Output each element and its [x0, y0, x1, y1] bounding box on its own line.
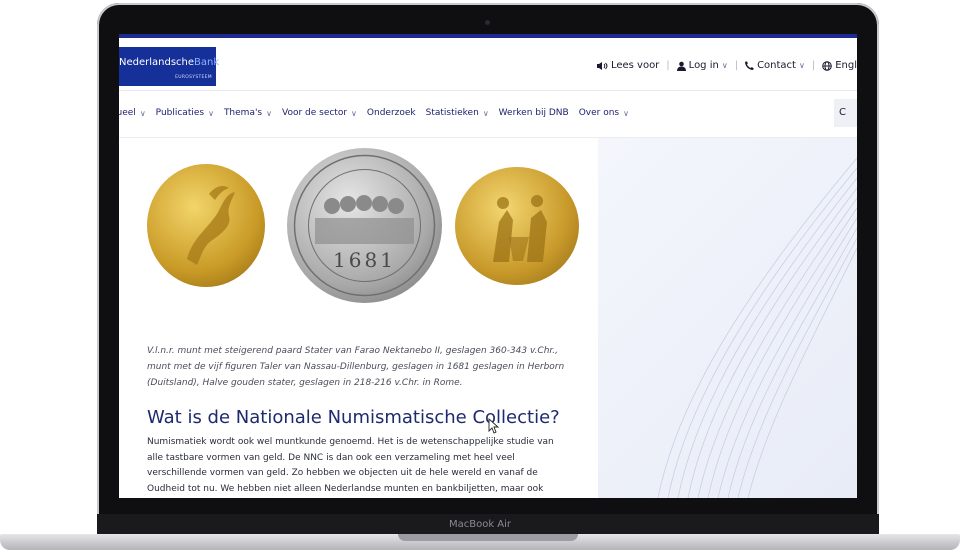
device-model-label: MacBook Air [448, 519, 512, 530]
language-link[interactable]: Engl [822, 60, 857, 71]
camera-icon [485, 20, 490, 25]
main-nav: tueel∨ Publicaties∨ Thema's∨ Voor de sec… [119, 91, 857, 138]
separator: | [734, 60, 739, 71]
horse-icon [187, 186, 235, 265]
user-icon [676, 61, 686, 71]
logo-name-bank: Bank [194, 57, 220, 68]
coin-year: 1681 [333, 248, 396, 272]
contact-label: Contact [757, 60, 796, 71]
language-label: Engl [835, 60, 857, 71]
chevron-down-icon: ∨ [208, 108, 214, 118]
section-body: Numismatiek wordt ook wel muntkunde geno… [147, 437, 554, 494]
chevron-down-icon: ∨ [139, 108, 146, 118]
login-label: Log in [688, 60, 719, 71]
logo-subtitle: EUROSYSTEEM [175, 75, 212, 80]
chevron-down-icon: ∨ [721, 61, 728, 70]
logo-name: Nederlandsche [119, 57, 195, 68]
nav-item-werken-bij-dnb[interactable]: Werken bij DNB [499, 108, 569, 118]
nav-item-over-ons[interactable]: Over ons ∨ [579, 108, 629, 118]
nav-item-statistieken[interactable]: Statistieken ∨ [426, 108, 489, 118]
chevron-down-icon: ∨ [351, 108, 357, 118]
speaker-icon [596, 61, 608, 70]
nav-item-voor-de-sector[interactable]: Voor de sector ∨ [282, 108, 357, 118]
read-aloud-label: Lees voor [610, 60, 660, 71]
login-link[interactable]: Log in ∨ [676, 60, 728, 71]
wave-lines-decoration [657, 157, 857, 498]
utility-nav: Lees voor | Log in ∨ | Contact ∨ | Engl [596, 60, 857, 71]
laptop-base-notch [398, 534, 578, 541]
globe-icon [822, 60, 833, 71]
coin-image-taler: 1681 [287, 148, 442, 303]
separator: | [811, 60, 816, 71]
search-button[interactable]: C [834, 99, 857, 127]
coin-image-half-stater [455, 167, 579, 285]
dnb-logo[interactable]: NederlandscheBank EUROSYSTEEM [119, 47, 220, 86]
decorative-side-panel [598, 138, 857, 498]
nav-item-onderzoek[interactable]: Onderzoek [367, 108, 416, 118]
nav-item-publicaties[interactable]: Publicaties ∨ [156, 108, 214, 118]
figures-icon [493, 195, 547, 262]
read-aloud-link[interactable]: Lees voor [596, 60, 659, 71]
site-header: NederlandscheBank EUROSYSTEEM Lees voor … [119, 38, 857, 91]
nav-item-actueel[interactable]: tueel∨ [119, 108, 146, 118]
separator: | [666, 60, 670, 71]
contact-link[interactable]: Contact ∨ [745, 60, 805, 71]
mouse-cursor-icon [488, 418, 500, 434]
article-content: 1681 V.l.n.r. munt met steigerend paard … [119, 138, 598, 498]
search-label: C [839, 107, 846, 118]
nav-item-themas[interactable]: Thema's ∨ [224, 108, 272, 118]
chevron-down-icon: ∨ [482, 108, 489, 118]
chevron-down-icon: ∨ [623, 108, 629, 118]
phone-icon [745, 61, 755, 70]
chevron-down-icon: ∨ [798, 61, 805, 70]
coin-image-stater [147, 164, 265, 287]
image-caption: V.l.n.r. munt met steigerend paard State… [147, 346, 565, 388]
coin-design [293, 154, 436, 297]
chevron-down-icon: ∨ [266, 108, 272, 118]
